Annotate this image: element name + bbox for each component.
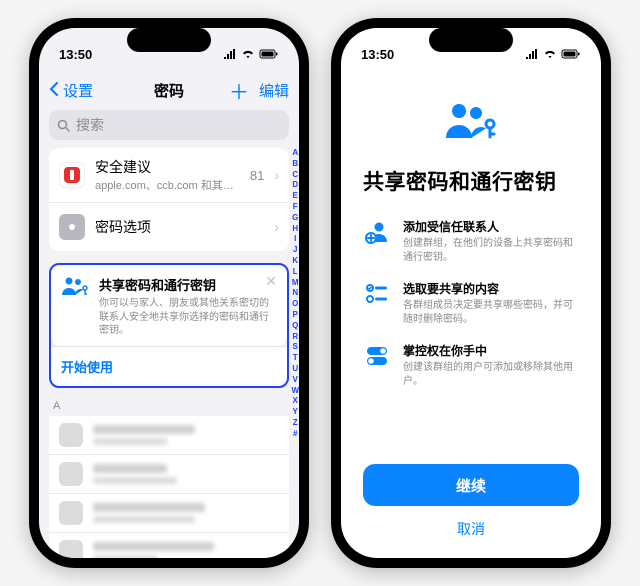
add-button[interactable]: ＋ <box>229 76 249 105</box>
cancel-button[interactable]: 取消 <box>363 512 579 546</box>
search-placeholder: 搜索 <box>76 115 104 135</box>
bullet-control: 掌控权在你手中 创建该群组的用户可添加或移除其他用户。 <box>363 342 579 388</box>
nav-bar: 设置 密码 ＋ 编辑 <box>39 70 299 110</box>
edit-button[interactable]: 编辑 <box>259 80 289 101</box>
sheet-title: 共享密码和通行密钥 <box>363 166 579 196</box>
bullet-title: 选取要共享的内容 <box>403 280 579 297</box>
password-entry[interactable] <box>49 416 289 455</box>
phone-right: 13:50 共享密码和通行密钥 添加受信任联系人 创建 <box>331 18 611 568</box>
bullet-sub: 创建该群组的用户可添加或移除其他用户。 <box>403 361 579 388</box>
feature-subtitle: 你可以与家人、朋友或其他关系密切的联系人安全地共享你选择的密码和通行密钥。 <box>99 297 277 338</box>
toggles-icon <box>363 342 391 370</box>
add-person-icon <box>363 218 391 246</box>
close-button[interactable]: ✕ <box>265 273 277 290</box>
security-title: 安全建议 <box>95 157 240 177</box>
section-header-a: A <box>49 398 289 416</box>
password-options-row[interactable]: 密码选项 › <box>49 203 289 251</box>
people-key-large-icon <box>444 96 498 150</box>
bullet-title: 添加受信任联系人 <box>403 218 579 235</box>
search-input[interactable]: 搜索 <box>49 110 289 140</box>
search-icon <box>57 119 70 132</box>
start-using-button[interactable]: 开始使用 <box>51 346 287 386</box>
people-key-icon <box>61 275 89 299</box>
feature-title: 共享密码和通行密钥 <box>99 275 277 294</box>
bullet-sub: 各群组成员决定要共享哪些密码，并可随时删除密码。 <box>403 299 579 326</box>
battery-icon <box>561 49 581 59</box>
onboarding-sheet: 共享密码和通行密钥 添加受信任联系人 创建群组，在他们的设备上共享密码和通行密钥… <box>341 70 601 558</box>
wifi-icon <box>241 49 255 59</box>
dynamic-island <box>429 28 513 52</box>
security-recommendations-row[interactable]: 安全建议 apple.com、ccb.com 和其他3个 81 › <box>49 148 289 203</box>
signal-icon <box>223 49 237 59</box>
bullet-add-contacts: 添加受信任联系人 创建群组，在他们的设备上共享密码和通行密钥。 <box>363 218 579 264</box>
chevron-right-icon: › <box>274 167 279 183</box>
battery-icon <box>259 49 279 59</box>
chevron-right-icon: › <box>274 219 279 235</box>
alpha-index[interactable]: ABCDEFGHIJKLMNOPQRSTUVWXYZ# <box>291 148 299 440</box>
shared-passwords-feature: ✕ 共享密码和通行密钥 你可以与家人、朋友或其他关系密切的联系人安全地共享你选择… <box>49 263 289 388</box>
bullet-sub: 创建群组，在他们的设备上共享密码和通行密钥。 <box>403 237 579 264</box>
back-button[interactable]: 设置 <box>49 80 93 101</box>
status-indicators <box>223 49 279 59</box>
security-app-icon <box>59 162 85 188</box>
dynamic-island <box>127 28 211 52</box>
bullet-select-content: 选取要共享的内容 各群组成员决定要共享哪些密码，并可随时删除密码。 <box>363 280 579 326</box>
signal-icon <box>525 49 539 59</box>
chevron-left-icon <box>49 82 59 96</box>
status-time: 13:50 <box>59 47 92 62</box>
options-icon <box>59 214 85 240</box>
options-title: 密码选项 <box>95 217 264 237</box>
phone-left: 13:50 设置 密码 ＋ 编辑 搜索 <box>29 18 309 568</box>
security-count: 81 <box>250 168 264 183</box>
status-time: 13:50 <box>361 47 394 62</box>
status-indicators <box>525 49 581 59</box>
password-entry[interactable] <box>49 455 289 494</box>
security-subtitle: apple.com、ccb.com 和其他3个 <box>95 177 240 193</box>
continue-button[interactable]: 继续 <box>363 464 579 506</box>
checklist-icon <box>363 280 391 308</box>
bullet-title: 掌控权在你手中 <box>403 342 579 359</box>
password-entry[interactable] <box>49 494 289 533</box>
page-title: 密码 <box>129 80 209 101</box>
password-entry[interactable] <box>49 533 289 559</box>
wifi-icon <box>543 49 557 59</box>
